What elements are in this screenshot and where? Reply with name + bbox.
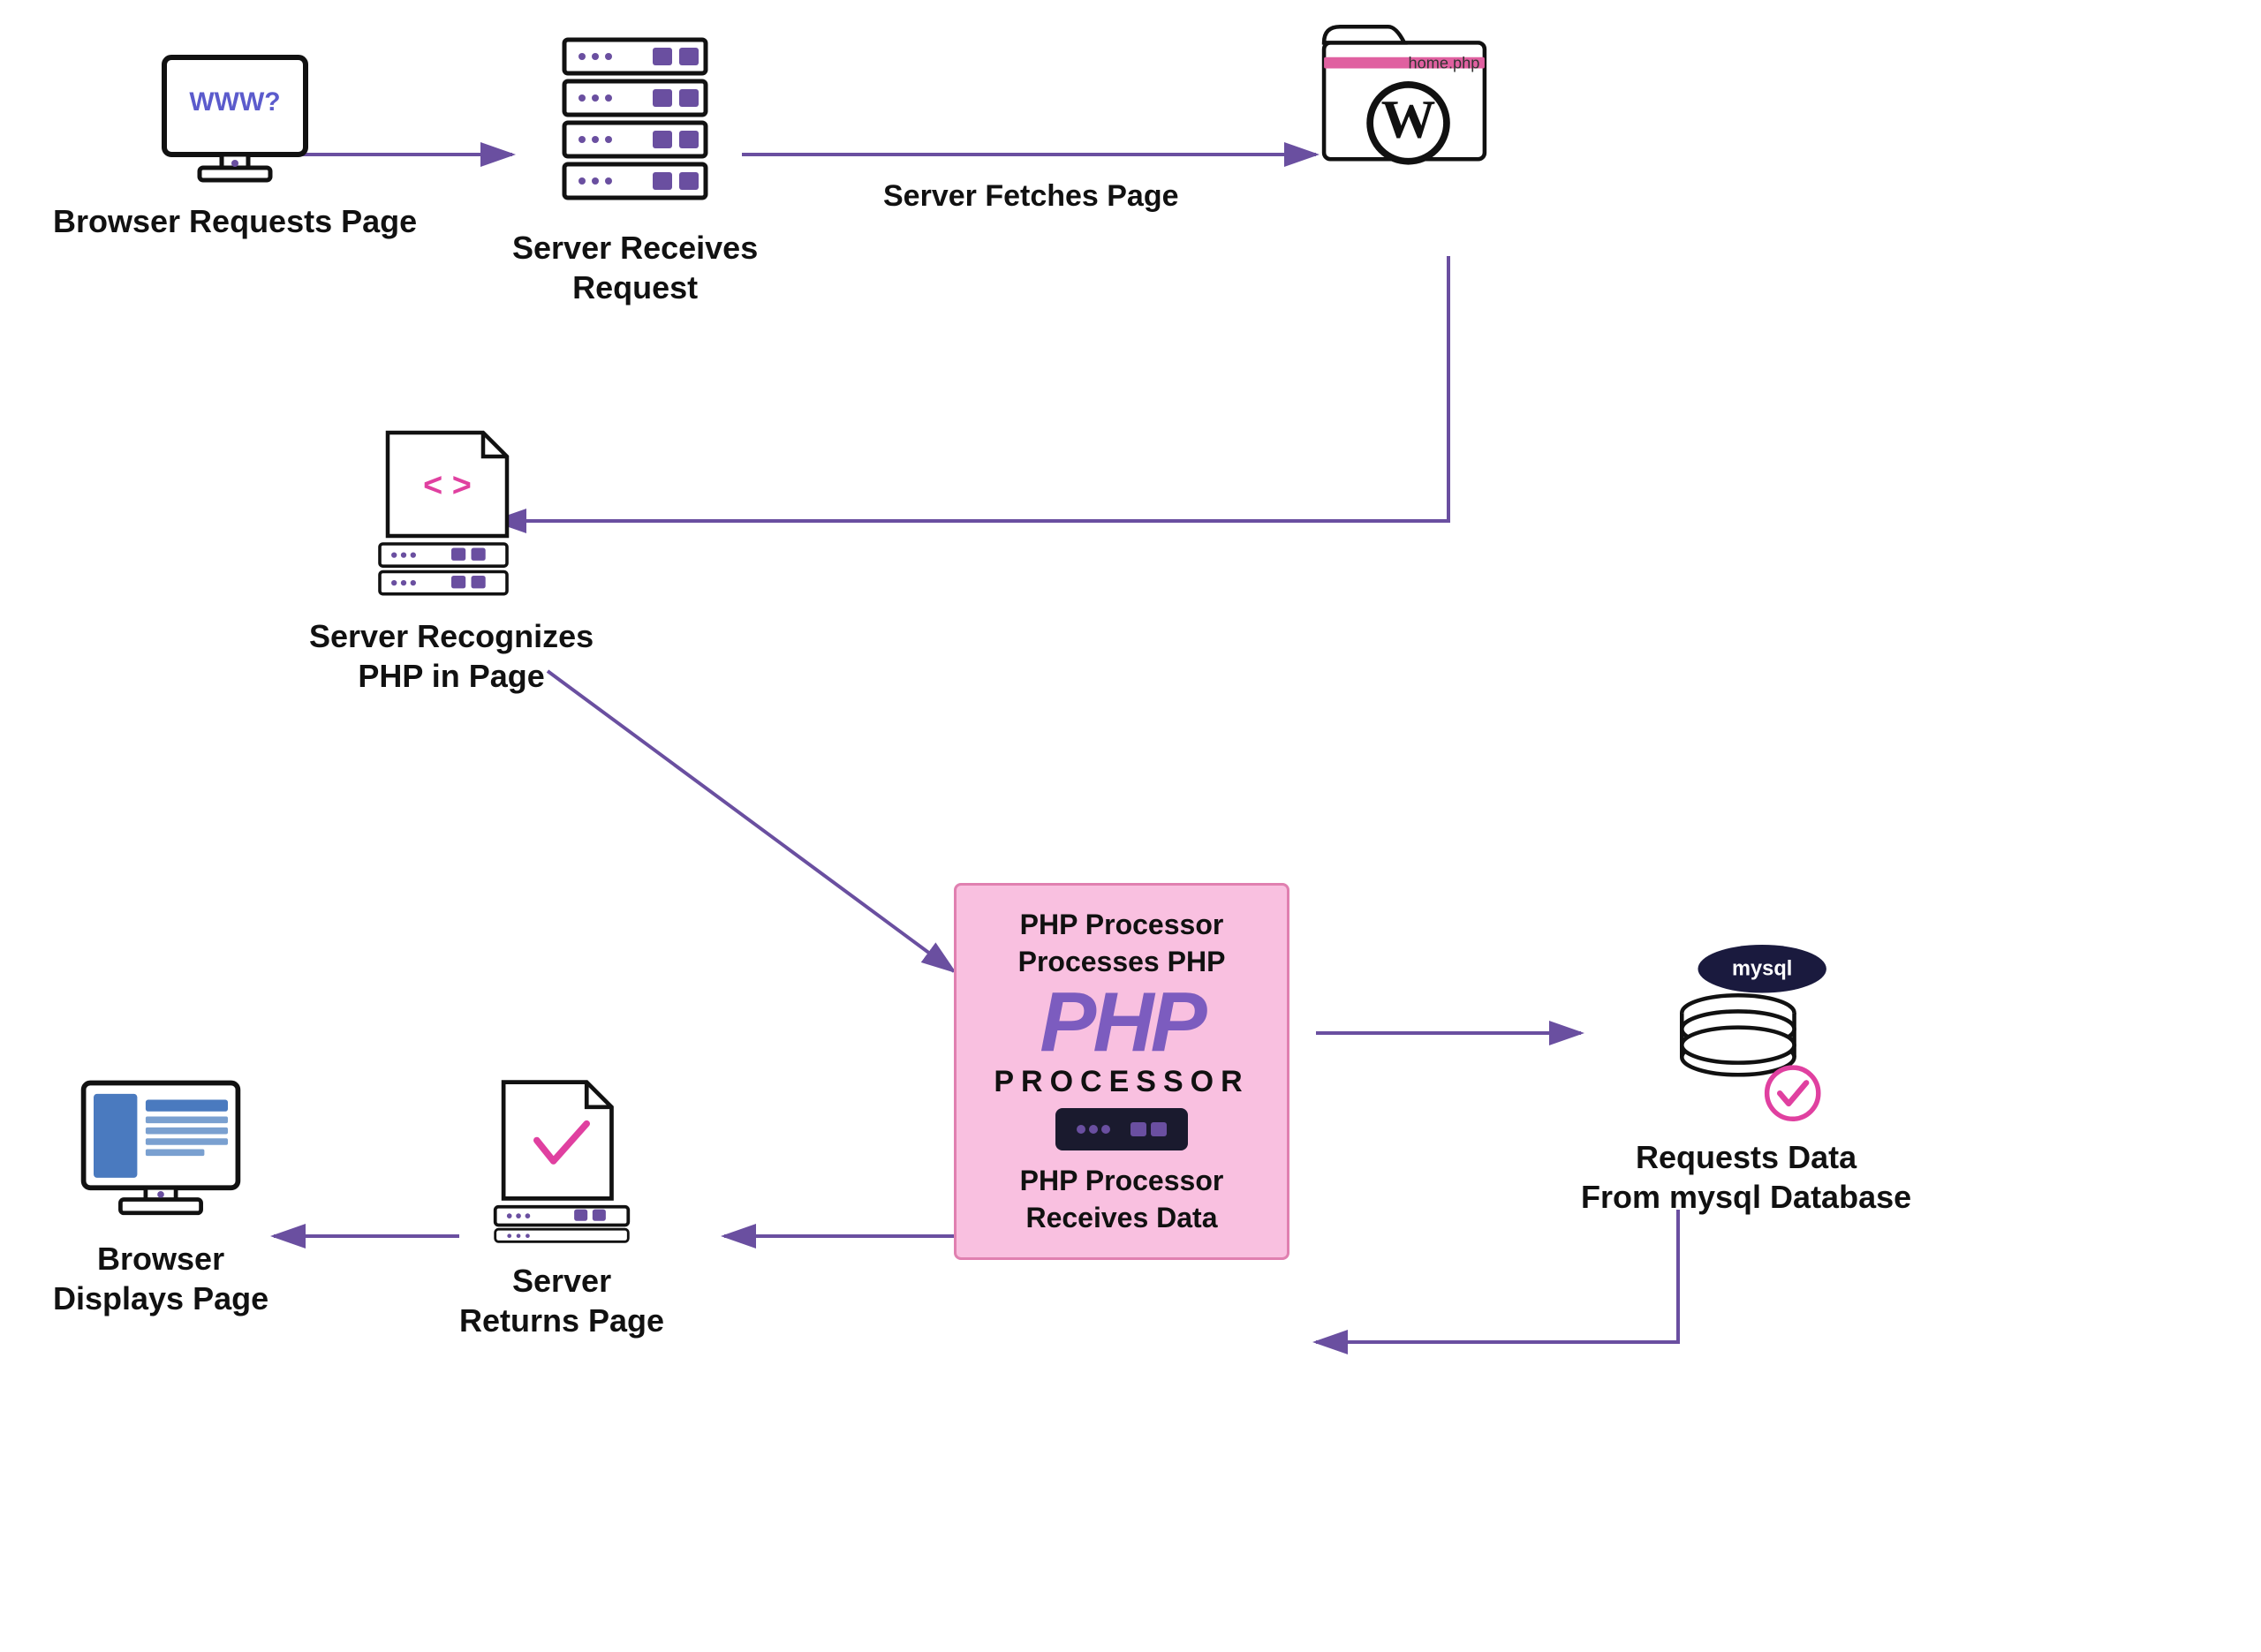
server-recognizes-label: Server RecognizesPHP in Page [309,616,594,696]
server-receives-label: Server ReceivesRequest [512,228,758,307]
svg-text:< >: < > [423,467,472,504]
php-processor-box: PHP ProcessorProcesses PHP PHP PROCESSOR… [954,883,1289,1260]
php-big-text: PHP [1040,980,1203,1065]
processor-word: PROCESSOR [994,1065,1249,1099]
mysql-label: Requests DataFrom mysql Database [1581,1137,1911,1217]
server-recognizes-node: < > Server RecognizesPHP in Page [309,424,594,696]
php-processor-top-label: PHP ProcessorProcesses PHP [1018,907,1226,980]
server-fetches-label: Server Fetches Page [883,177,1179,215]
phpfile-server-icon: < > [372,424,531,600]
server-receives-icon [556,35,715,212]
server-receives-node: Server ReceivesRequest [512,35,758,307]
browser-requests-node: WWW? Browser Requests Page [53,53,417,241]
server-returns-icon [491,1077,632,1245]
mysql-icon: mysql [1658,945,1834,1121]
svg-text:WWW?: WWW? [189,87,280,117]
php-processor-bot-label: PHP ProcessorReceives Data [1020,1163,1224,1236]
mysql-node: mysql Requests DataFrom mysql Database [1581,945,1911,1217]
wordpress-folder-node: home.php W [1316,18,1493,172]
arrows-svg [0,0,2261,1652]
svg-text:home.php: home.php [1409,55,1480,72]
svg-text:W: W [1381,90,1436,150]
browser-displays-label: BrowserDisplays Page [53,1239,268,1318]
server-returns-node: ServerReturns Page [459,1077,664,1340]
browser-monitor-icon: WWW? [155,53,314,185]
browser-requests-label: Browser Requests Page [53,201,417,241]
diagram-container: WWW? Browser Requests Page [0,0,2261,1652]
php-processor-node: PHP ProcessorProcesses PHP PHP PROCESSOR… [954,883,1289,1260]
browser-displays-icon [77,1077,245,1223]
server-returns-label: ServerReturns Page [459,1261,664,1340]
svg-text:mysql: mysql [1732,958,1792,981]
php-processor-server-mini [1055,1108,1188,1150]
wordpress-folder-icon: home.php W [1316,18,1493,172]
browser-displays-node: BrowserDisplays Page [53,1077,268,1318]
